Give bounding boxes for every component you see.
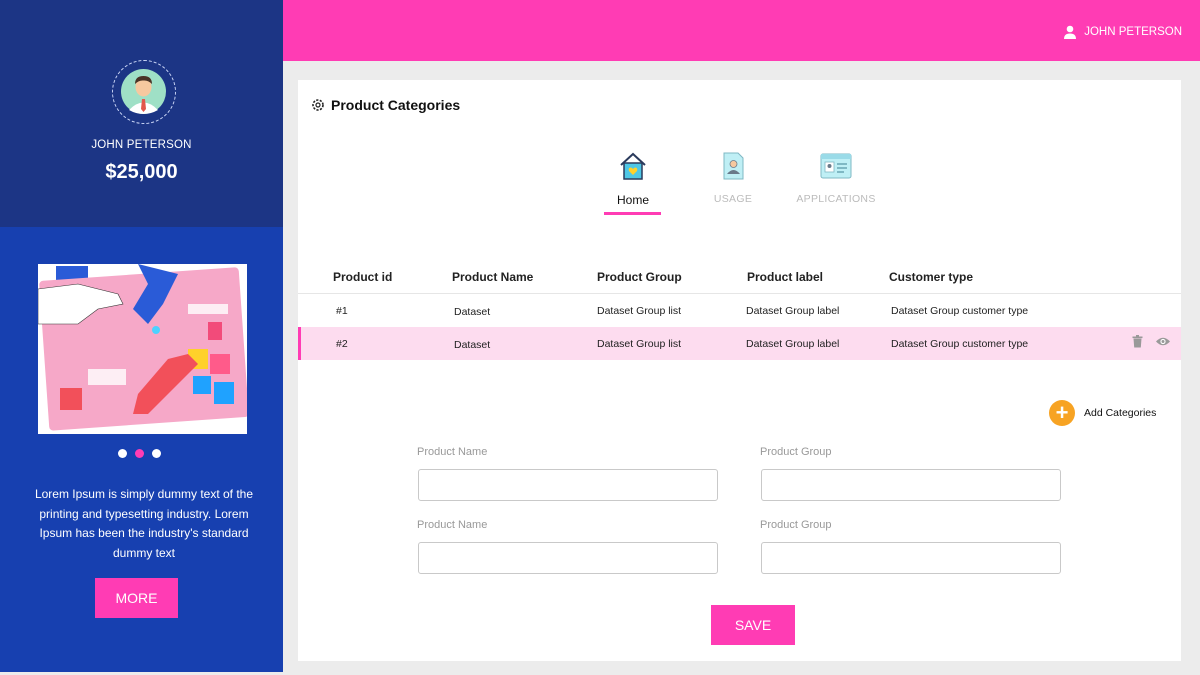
product-group-input[interactable] xyxy=(761,469,1061,501)
page-title-text: Product Categories xyxy=(331,97,461,113)
cell-product-label: Dataset Group label xyxy=(746,305,840,317)
browser-window-icon xyxy=(820,153,852,179)
profile-balance: $25,000 xyxy=(105,161,178,183)
tab-bar: Home USAGE APPLICATIONS xyxy=(298,150,1181,220)
table-row[interactable]: #1 Dataset Dataset Group list Dataset Gr… xyxy=(298,294,1181,327)
product-name-input[interactable] xyxy=(418,542,718,574)
user-name: JOHN PETERSON xyxy=(1084,26,1182,38)
sidebar: JOHN PETERSON $25,000 Lorem Ipsum is sim… xyxy=(0,0,283,672)
more-button[interactable]: MORE xyxy=(95,578,178,618)
table-row-selected[interactable]: #2 Dataset Dataset Group list Dataset Gr… xyxy=(298,327,1181,360)
product-name-input[interactable] xyxy=(418,469,718,501)
product-group-label: Product Group xyxy=(760,519,832,531)
home-icon xyxy=(620,152,646,180)
cell-product-name: Dataset xyxy=(454,339,491,351)
tab-usage[interactable]: USAGE xyxy=(703,150,763,205)
document-user-icon xyxy=(723,152,744,180)
carousel-dot[interactable] xyxy=(118,449,127,458)
page-title: Product Categories xyxy=(311,97,460,113)
product-group-label: Product Group xyxy=(760,446,832,458)
trash-icon[interactable] xyxy=(1132,335,1143,348)
avatar xyxy=(112,60,176,124)
cell-product-group: Dataset Group list xyxy=(597,305,682,317)
cell-customer-type: Dataset Group customer type xyxy=(891,338,1029,350)
tab-usage-label: USAGE xyxy=(713,193,753,205)
product-name-label: Product Name xyxy=(417,519,488,531)
profile-name: JOHN PETERSON xyxy=(91,139,192,151)
active-tab-indicator xyxy=(604,212,661,215)
tab-home-label: Home xyxy=(616,193,649,207)
row-actions xyxy=(1132,335,1171,348)
promo-text: Lorem Ipsum is simply dummy text of the … xyxy=(34,487,254,560)
column-header: Product Group xyxy=(597,270,682,284)
product-group-input[interactable] xyxy=(761,542,1061,574)
avatar-icon xyxy=(121,69,166,114)
cell-product-id: #1 xyxy=(336,305,348,317)
carousel-dots xyxy=(118,449,161,458)
user-icon xyxy=(1064,25,1077,39)
product-table: Product id Product Name Product Group Pr… xyxy=(298,264,1181,360)
cell-product-group: Dataset Group list xyxy=(597,338,682,350)
carousel-dot[interactable] xyxy=(152,449,161,458)
table-header: Product id Product Name Product Group Pr… xyxy=(298,264,1181,294)
carousel-dot-active[interactable] xyxy=(135,449,144,458)
add-categories-button[interactable]: + Add Categories xyxy=(1049,400,1156,426)
main-card: Product Categories Home USAGE APPLICATIO… xyxy=(298,80,1181,661)
cell-customer-type: Dataset Group customer type xyxy=(891,305,1029,317)
column-header: Product label xyxy=(747,270,824,284)
eye-icon[interactable] xyxy=(1155,336,1171,347)
column-header: Product id xyxy=(333,270,393,284)
plus-icon: + xyxy=(1049,400,1075,426)
tab-applications-label: APPLICATIONS xyxy=(796,193,876,205)
save-button[interactable]: SAVE xyxy=(711,605,795,645)
promo-illustration xyxy=(38,264,247,434)
profile-panel: JOHN PETERSON $25,000 xyxy=(0,0,283,227)
gear-icon xyxy=(312,99,324,111)
product-name-label: Product Name xyxy=(417,446,488,458)
top-bar: JOHN PETERSON xyxy=(283,0,1200,61)
cell-product-name: Dataset xyxy=(454,306,491,318)
cell-product-label: Dataset Group label xyxy=(746,338,840,350)
column-header: Customer type xyxy=(889,270,974,284)
add-categories-label: Add Categories xyxy=(1084,407,1157,419)
column-header: Product Name xyxy=(452,270,534,284)
cell-product-id: #2 xyxy=(336,338,348,350)
user-menu[interactable]: JOHN PETERSON xyxy=(1063,25,1182,39)
tab-applications[interactable]: APPLICATIONS xyxy=(796,150,876,205)
tab-home[interactable]: Home xyxy=(603,150,663,207)
